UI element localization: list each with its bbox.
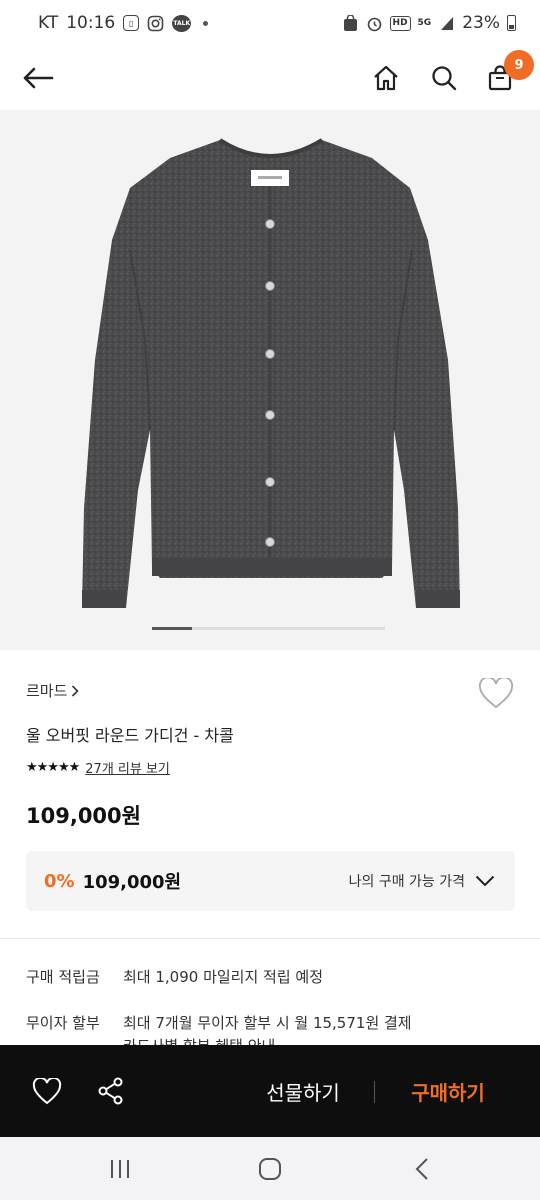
heart-outline-icon	[479, 676, 513, 709]
installment-label: 무이자 할부	[26, 1014, 100, 1032]
product-title: 울 오버핏 라운드 가디건 - 차콜	[26, 726, 234, 745]
brand-link[interactable]: 르마드	[26, 680, 80, 701]
cardigan-photo	[82, 138, 460, 608]
battery-icon	[507, 15, 516, 31]
heart-icon[interactable]	[32, 1076, 62, 1106]
rating-row: ★★★★★ 27개 리뷰 보기	[26, 758, 170, 777]
search-icon[interactable]	[424, 58, 464, 98]
product-image-carousel[interactable]	[0, 110, 540, 650]
cart-count-badge: 9	[504, 50, 534, 80]
chevron-down-icon	[475, 875, 495, 887]
app-header: 9	[0, 46, 540, 108]
shopping-bag-icon[interactable]: 9	[480, 50, 534, 98]
home-icon[interactable]	[366, 58, 406, 98]
section-divider	[0, 938, 540, 939]
back-chevron-icon[interactable]	[408, 1155, 436, 1183]
gift-button[interactable]: 선물하기	[233, 1073, 373, 1109]
mileage-label: 구매 적립금	[26, 968, 100, 986]
review-link[interactable]: 27개 리뷰 보기	[85, 758, 170, 777]
installment-row: 무이자 할부 최대 7개월 무이자 할부 시 월 15,571원 결제	[26, 1012, 412, 1033]
chevron-right-icon	[72, 684, 80, 697]
hd-voice-icon: HD	[389, 15, 411, 31]
signal-icon	[438, 15, 455, 32]
installment-value: 최대 7개월 무이자 할부 시 월 15,571원 결제	[123, 1014, 412, 1032]
carousel-indicator-active	[152, 627, 192, 630]
more-notifications-dot-icon	[203, 20, 209, 26]
clock: 10:16	[66, 13, 116, 33]
back-arrow-icon[interactable]	[18, 58, 58, 98]
recents-icon[interactable]	[106, 1155, 134, 1183]
wishlist-heart-button[interactable]	[478, 676, 516, 714]
brand-name: 르마드	[26, 682, 68, 700]
discount-rate: 0%	[44, 870, 75, 892]
star-rating-icon: ★★★★★	[26, 760, 80, 775]
system-navigation-bar	[0, 1137, 540, 1200]
home-circle-icon[interactable]	[256, 1155, 284, 1183]
instagram-icon	[147, 15, 164, 32]
action-separator	[374, 1081, 375, 1103]
network-5g-icon: 5G	[417, 18, 432, 28]
shop-app-icon	[342, 14, 359, 32]
carousel-indicator	[152, 627, 385, 630]
bottom-action-bar: 선물하기 구매하기	[0, 1045, 540, 1137]
product-price: 109,000원	[26, 804, 141, 828]
sim-notification-icon: ▯	[123, 15, 140, 31]
final-price: 109,000원	[82, 872, 182, 893]
buy-button[interactable]: 구매하기	[386, 1073, 510, 1109]
mileage-row: 구매 적립금 최대 1,090 마일리지 적립 예정	[26, 966, 323, 987]
battery-percent: 23%	[462, 13, 500, 33]
share-icon[interactable]	[96, 1076, 126, 1106]
my-price-box[interactable]: 0% 109,000원 나의 구매 가능 가격	[26, 851, 515, 911]
kakaotalk-icon: TALK	[172, 14, 192, 32]
carrier-label: KT	[38, 13, 59, 33]
status-bar: KT 10:16 ▯ TALK HD 5G 23%	[0, 0, 540, 46]
mileage-value: 최대 1,090 마일리지 적립 예정	[123, 968, 324, 986]
my-price-label: 나의 구매 가능 가격	[348, 874, 465, 890]
alarm-icon	[366, 15, 383, 32]
